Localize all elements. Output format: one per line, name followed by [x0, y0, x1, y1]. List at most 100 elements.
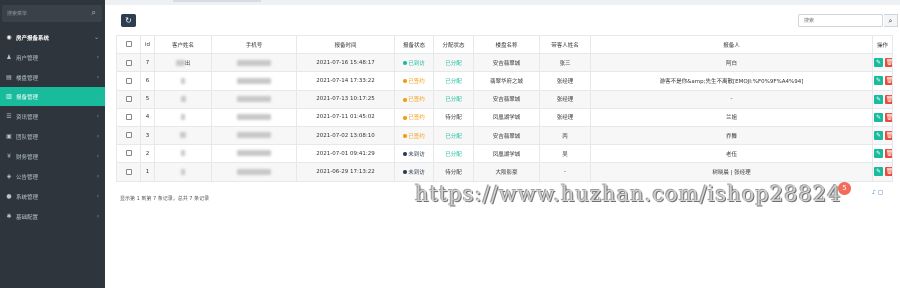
- row-checkbox[interactable]: [125, 77, 132, 84]
- col-id[interactable]: id: [140, 34, 155, 55]
- delete-icon[interactable]: 🗑: [885, 149, 892, 159]
- sidebar-item-6[interactable]: ¥ 财务管理 ‹: [0, 147, 105, 166]
- cell-actions: ✎🗑: [872, 107, 893, 127]
- cell-agent-name: 张经理: [539, 107, 591, 127]
- sidebar-item-2[interactable]: ▤ 楼盘管理 ‹: [0, 68, 105, 87]
- row-checkbox[interactable]: [125, 59, 132, 66]
- row-checkbox[interactable]: [125, 114, 132, 121]
- cell-id: 7: [140, 53, 155, 73]
- cell-phone: [211, 53, 297, 73]
- col-phone[interactable]: 手机号: [211, 34, 297, 55]
- sidebar-item-5[interactable]: ▣ 团队管理 ‹: [0, 127, 105, 146]
- table-row[interactable]: 5 2021-07-13 10:17:25 已签约 已分配安吉翡翠城张经理-✎🗑: [116, 89, 893, 109]
- col-assign-status[interactable]: 分配状态: [433, 34, 474, 55]
- edit-icon[interactable]: ✎: [874, 94, 883, 104]
- sidebar-item-4[interactable]: ☰ 资讯管理 ‹: [0, 107, 105, 126]
- cell-customer-name: [154, 162, 212, 182]
- redacted-name: [181, 168, 185, 175]
- row-select-cell: [116, 144, 141, 164]
- report-table: id 客户姓名 手机号 报备时间 报备状态 分配状态 楼盘名称 带客人姓名 报备…: [116, 34, 893, 182]
- cell-actions: ✎🗑: [872, 89, 893, 109]
- config-icon: ●: [6, 193, 12, 200]
- col-report-status[interactable]: 报备状态: [394, 34, 434, 55]
- delete-icon[interactable]: 🗑: [885, 112, 892, 122]
- sidebar-item-3[interactable]: ▥ 报备管理 ‹: [0, 87, 105, 106]
- delete-icon[interactable]: 🗑: [885, 58, 892, 68]
- status-text: 未到访: [408, 169, 425, 176]
- refresh-button[interactable]: ↻: [121, 14, 136, 27]
- delete-icon[interactable]: 🗑: [885, 94, 892, 104]
- edit-icon[interactable]: ✎: [874, 131, 883, 141]
- chevron-icon: ‹: [96, 113, 99, 120]
- cell-report-time: 2021-07-02 13:08:10: [296, 125, 395, 146]
- name-visible-part: 出: [184, 60, 191, 67]
- cell-reporter: 乔舞: [590, 125, 873, 146]
- row-checkbox[interactable]: [125, 95, 132, 102]
- cell-reporter: 老伍: [590, 144, 873, 164]
- cell-customer-name: 出: [154, 53, 212, 73]
- cell-customer-name: [154, 71, 212, 91]
- row-checkbox[interactable]: [125, 168, 132, 175]
- table-row[interactable]: 3 2021-07-02 13:08:10 已签约 已分配安吉翡翠城丙乔舞✎🗑: [116, 125, 893, 146]
- cell-assign-status: 已分配: [433, 53, 474, 73]
- cell-id: 3: [140, 125, 155, 146]
- team-icon: ▣: [6, 133, 12, 140]
- col-reporter[interactable]: 报备人: [590, 34, 873, 55]
- edit-icon[interactable]: ✎: [874, 149, 883, 159]
- redacted-phone: [237, 168, 271, 175]
- dashboard-icon: ◉: [6, 34, 12, 41]
- cell-agent-name: 张经理: [539, 71, 591, 91]
- table-search-button[interactable]: ⌕: [884, 14, 898, 27]
- table-row[interactable]: 6 2021-07-14 17:33:22 已签约 已分配 翡翠华府之城 张经理 游客不是你…: [116, 71, 893, 91]
- col-customer-name[interactable]: 客户姓名: [154, 34, 212, 55]
- row-select-cell: [116, 53, 141, 73]
- select-all-checkbox[interactable]: [125, 41, 132, 48]
- edit-icon[interactable]: ✎: [874, 112, 883, 122]
- cell-report-time: 2021-06-29 17:13:22: [296, 162, 395, 182]
- sidebar-item-8[interactable]: ● 系统管理 ‹: [0, 187, 105, 206]
- delete-icon[interactable]: 🗑: [885, 167, 892, 177]
- edit-icon[interactable]: ✎: [874, 58, 883, 68]
- building-icon: ▤: [6, 74, 12, 81]
- col-agent-name[interactable]: 带客人姓名: [539, 34, 591, 55]
- cell-customer-name: [154, 125, 212, 146]
- cell-actions: ✎🗑: [872, 71, 893, 91]
- redacted-phone: [237, 114, 271, 121]
- search-icon[interactable]: ⌕: [92, 8, 96, 18]
- cell-agent-name: 吴: [539, 144, 591, 164]
- sidebar-item-7[interactable]: ◈ 公告管理 ‹: [0, 167, 105, 186]
- notice-icon: ◈: [6, 173, 12, 180]
- col-project-name[interactable]: 楼盘名称: [473, 34, 540, 55]
- sidebar-search[interactable]: 搜索菜单 ⌕: [2, 5, 102, 22]
- delete-icon[interactable]: 🗑: [885, 131, 892, 141]
- delete-icon[interactable]: 🗑: [885, 76, 892, 86]
- table-row[interactable]: 7 出 2021-07-16 15:48:17 已到访 已分配安吉翡翠城张三阿白✎🗑: [116, 53, 893, 73]
- sidebar-item-9[interactable]: ✱ 基础配置 ‹: [0, 207, 105, 226]
- cell-report-status: 已签约: [394, 125, 434, 146]
- gear-icon: ✱: [6, 213, 12, 220]
- sidebar-item-1[interactable]: ♟ 用户管理 ‹: [0, 48, 105, 67]
- row-checkbox[interactable]: [125, 132, 132, 139]
- watermark-url: https://www.huzhan.com/ishop28824: [415, 182, 842, 206]
- cell-report-time: 2021-07-13 10:17:25: [296, 89, 395, 109]
- table-row[interactable]: 1 2021-06-29 17:13:22 未到访 待分配 大阪影豪 - 树晓晨 | 张经理…: [116, 162, 893, 182]
- row-select-cell: [116, 162, 141, 182]
- chevron-icon: ‹: [96, 74, 99, 81]
- edit-icon[interactable]: ✎: [874, 76, 883, 86]
- col-report-time[interactable]: 报备时间: [296, 34, 395, 55]
- edit-icon[interactable]: ✎: [874, 167, 883, 177]
- search-icon: ⌕: [888, 17, 893, 25]
- table-row[interactable]: 4 2021-07-11 01:45:02 已签约 待分配凤凰湖学城张经理兰姐✎🗑: [116, 107, 893, 127]
- cell-id: 5: [140, 89, 155, 109]
- row-checkbox[interactable]: [125, 150, 132, 157]
- cell-reporter: 树晓晨 | 张经理: [590, 162, 873, 182]
- table-search-input[interactable]: [798, 14, 883, 27]
- floating-tools[interactable]: ♪ ▢: [872, 189, 883, 196]
- sidebar-item-0[interactable]: ◉ 房产报备系统 ⌄: [0, 28, 105, 47]
- table-row[interactable]: 2 2021-07-01 09:41:29 未到访 已分配凤凰湖学城吴老伍✎🗑: [116, 144, 893, 164]
- status-dot-icon: [403, 134, 408, 139]
- user-icon: ♟: [6, 54, 12, 61]
- redacted-phone: [237, 95, 271, 102]
- chevron-icon: ⌄: [93, 34, 99, 41]
- status-text: 已到访: [408, 60, 425, 67]
